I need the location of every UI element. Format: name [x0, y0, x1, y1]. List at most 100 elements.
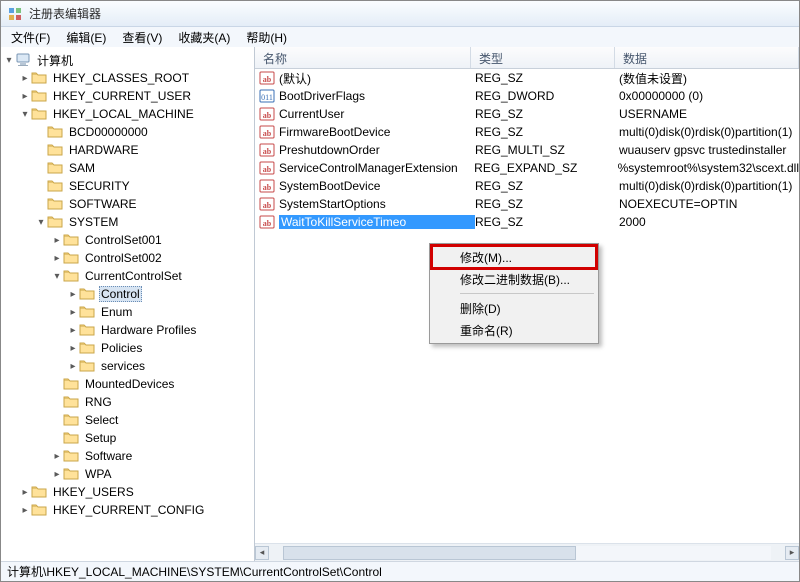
toggle-icon[interactable]: ▸: [67, 343, 79, 354]
scroll-track[interactable]: [283, 546, 771, 560]
folder-icon: [31, 503, 47, 517]
tree-item[interactable]: ▾SYSTEM: [3, 213, 254, 231]
tree-item[interactable]: ▾ HKEY_LOCAL_MACHINE: [3, 105, 254, 123]
tree-item[interactable]: Setup: [3, 429, 254, 447]
toggle-icon[interactable]: ▾: [3, 55, 15, 66]
toggle-icon[interactable]: ▸: [67, 307, 79, 318]
table-row[interactable]: abSystemBootDeviceREG_SZmulti(0)disk(0)r…: [255, 177, 799, 195]
value-type: REG_EXPAND_SZ: [474, 161, 617, 175]
tree-item[interactable]: ▸WPA: [3, 465, 254, 483]
toggle-icon[interactable]: ▸: [51, 469, 63, 480]
toggle-icon[interactable]: ▸: [19, 505, 31, 516]
horizontal-scrollbar[interactable]: ◂ ▸: [255, 543, 799, 561]
tree-item[interactable]: ▸Policies: [3, 339, 254, 357]
folder-icon: [47, 197, 63, 211]
value-name: WaitToKillServiceTimeo: [279, 215, 475, 229]
tree-item[interactable]: ▸ControlSet002: [3, 249, 254, 267]
folder-icon: [47, 143, 63, 157]
scroll-thumb[interactable]: [283, 546, 576, 560]
tree-item[interactable]: ▸ControlSet001: [3, 231, 254, 249]
toggle-icon[interactable]: ▾: [35, 217, 47, 228]
toggle-icon[interactable]: ▸: [51, 253, 63, 264]
value-name: BootDriverFlags: [279, 89, 475, 103]
menu-delete[interactable]: 删除(D): [432, 297, 596, 319]
tree-item[interactable]: ▸HKEY_CURRENT_CONFIG: [3, 501, 254, 519]
table-row[interactable]: abServiceControlManagerExtensionREG_EXPA…: [255, 159, 799, 177]
menu-edit[interactable]: 编辑(E): [58, 28, 114, 47]
toggle-icon[interactable]: ▸: [67, 361, 79, 372]
tree-item[interactable]: SAM: [3, 159, 254, 177]
tree-item[interactable]: ▸Enum: [3, 303, 254, 321]
menu-fav[interactable]: 收藏夹(A): [170, 28, 238, 47]
menu-modify-binary[interactable]: 修改二进制数据(B)...: [432, 268, 596, 290]
svg-text:011: 011: [261, 93, 273, 102]
toggle-icon[interactable]: ▸: [51, 451, 63, 462]
tree-item[interactable]: Select: [3, 411, 254, 429]
tree-view[interactable]: ▾计算机▸HKEY_CLASSES_ROOT▸HKEY_CURRENT_USER…: [1, 47, 255, 561]
window-title: 注册表编辑器: [29, 5, 101, 22]
toggle-icon[interactable]: ▸: [19, 91, 31, 102]
folder-icon: [47, 179, 63, 193]
toggle-icon[interactable]: ▸: [19, 487, 31, 498]
svg-text:ab: ab: [263, 183, 272, 192]
tree-item[interactable]: BCD00000000: [3, 123, 254, 141]
tree-item[interactable]: HARDWARE: [3, 141, 254, 159]
tree-item[interactable]: SOFTWARE: [3, 195, 254, 213]
tree-item[interactable]: RNG: [3, 393, 254, 411]
value-name: SystemStartOptions: [279, 197, 475, 211]
toggle-icon[interactable]: ▸: [51, 235, 63, 246]
value-name: SystemBootDevice: [279, 179, 475, 193]
value-name: FirmwareBootDevice: [279, 125, 475, 139]
col-name[interactable]: 名称: [255, 47, 471, 68]
string-value-icon: ab: [259, 196, 275, 212]
tree-item-label: HKEY_LOCAL_MACHINE: [51, 107, 196, 121]
tree-item[interactable]: ▾CurrentControlSet: [3, 267, 254, 285]
table-row[interactable]: abSystemStartOptionsREG_SZ NOEXECUTE=OPT…: [255, 195, 799, 213]
value-data: NOEXECUTE=OPTIN: [619, 197, 799, 211]
table-row[interactable]: ab(默认)REG_SZ(数值未设置): [255, 69, 799, 87]
table-row[interactable]: 011BootDriverFlagsREG_DWORD0x00000000 (0…: [255, 87, 799, 105]
table-row[interactable]: abCurrentUserREG_SZUSERNAME: [255, 105, 799, 123]
col-data[interactable]: 数据: [615, 47, 799, 68]
table-row[interactable]: abFirmwareBootDeviceREG_SZmulti(0)disk(0…: [255, 123, 799, 141]
statusbar: 计算机\HKEY_LOCAL_MACHINE\SYSTEM\CurrentCon…: [1, 561, 799, 581]
tree-item[interactable]: ▸HKEY_CURRENT_USER: [3, 87, 254, 105]
scroll-left-button[interactable]: ◂: [255, 546, 269, 560]
menu-help[interactable]: 帮助(H): [238, 28, 295, 47]
tree-root[interactable]: ▾计算机: [3, 51, 254, 69]
tree-item[interactable]: ▸Software: [3, 447, 254, 465]
toggle-icon[interactable]: ▾: [51, 271, 63, 282]
value-type: REG_DWORD: [475, 89, 619, 103]
scroll-right-button[interactable]: ▸: [785, 546, 799, 560]
string-value-icon: ab: [259, 160, 275, 176]
tree-item[interactable]: SECURITY: [3, 177, 254, 195]
tree-item-label: Setup: [83, 431, 118, 445]
string-value-icon: ab: [259, 106, 275, 122]
toggle-icon[interactable]: ▾: [19, 109, 31, 120]
tree-item[interactable]: MountedDevices: [3, 375, 254, 393]
toggle-icon[interactable]: ▸: [67, 325, 79, 336]
table-row[interactable]: abWaitToKillServiceTimeoREG_SZ2000: [255, 213, 799, 231]
menu-view[interactable]: 查看(V): [114, 28, 170, 47]
tree-item[interactable]: ▸Hardware Profiles: [3, 321, 254, 339]
table-row[interactable]: abPreshutdownOrderREG_MULTI_SZwuauserv g…: [255, 141, 799, 159]
col-type[interactable]: 类型: [471, 47, 615, 68]
toggle-icon[interactable]: ▸: [19, 73, 31, 84]
string-value-icon: ab: [259, 142, 275, 158]
tree-item[interactable]: ▸services: [3, 357, 254, 375]
menu-rename[interactable]: 重命名(R): [432, 319, 596, 341]
context-menu: 修改(M)... 修改二进制数据(B)... 删除(D) 重命名(R): [429, 243, 599, 344]
svg-text:ab: ab: [263, 75, 272, 84]
folder-icon: [63, 413, 79, 427]
value-name: PreshutdownOrder: [279, 143, 475, 157]
menu-modify[interactable]: 修改(M)...: [432, 246, 596, 268]
svg-text:ab: ab: [263, 147, 272, 156]
tree-item[interactable]: ▸HKEY_CLASSES_ROOT: [3, 69, 254, 87]
toggle-icon[interactable]: ▸: [67, 289, 79, 300]
tree-item[interactable]: ▸Control: [3, 285, 254, 303]
menu-file[interactable]: 文件(F): [3, 28, 58, 47]
tree-item-label: Select: [83, 413, 120, 427]
value-data: multi(0)disk(0)rdisk(0)partition(1): [619, 125, 799, 139]
tree-item[interactable]: ▸HKEY_USERS: [3, 483, 254, 501]
value-data: wuauserv gpsvc trustedinstaller: [619, 143, 799, 157]
